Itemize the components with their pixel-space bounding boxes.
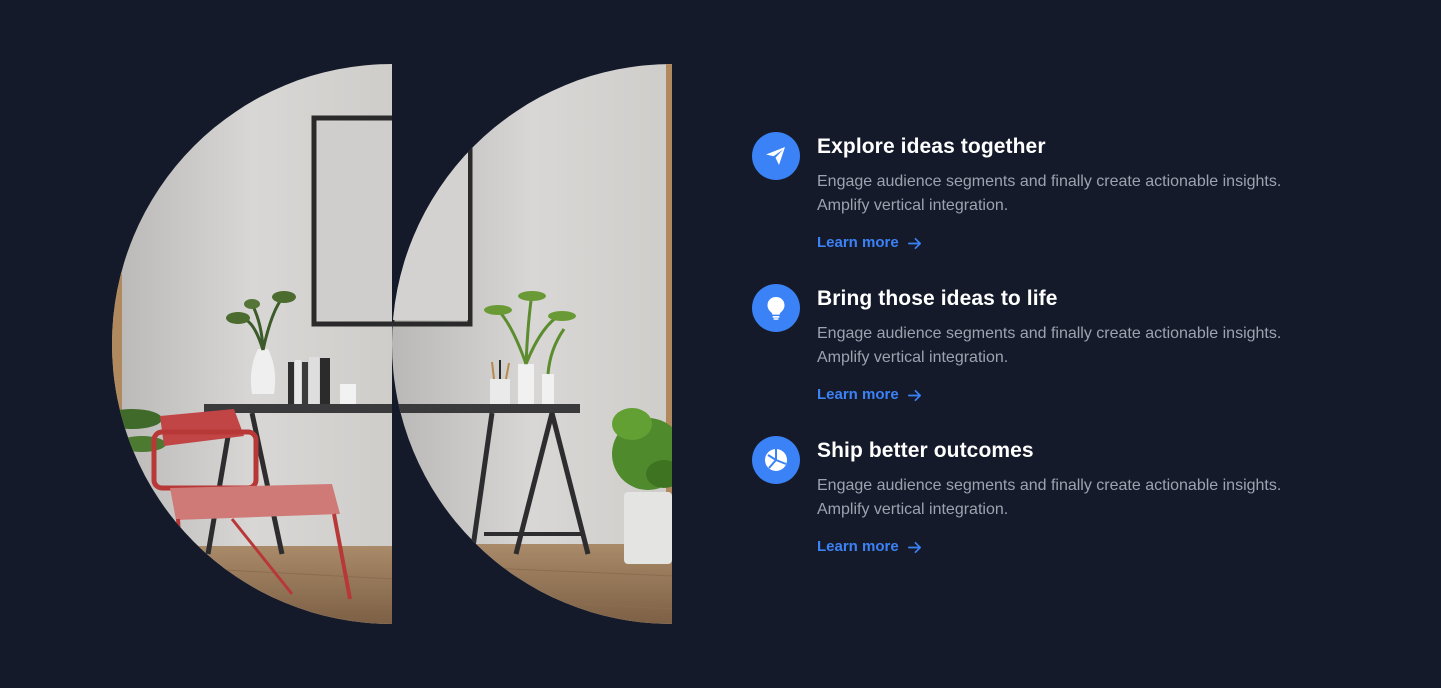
learn-more-link[interactable]: Learn more [817, 384, 922, 406]
feature-item: Explore ideas together Engage audience s… [752, 130, 1352, 282]
lightbulb-icon [752, 284, 800, 332]
learn-more-link[interactable]: Learn more [817, 232, 922, 254]
learn-more-link[interactable]: Learn more [817, 536, 922, 558]
right-photo-half [392, 64, 672, 624]
feature-description: Engage audience segments and finally cre… [817, 173, 1282, 214]
feature-description: Engage audience segments and finally cre… [817, 325, 1282, 366]
interior-photo-halves [112, 64, 672, 624]
feature-item: Bring those ideas to life Engage audienc… [752, 282, 1352, 434]
paper-plane-icon [752, 132, 800, 180]
arrow-right-icon [907, 388, 922, 403]
feature-body: Ship better outcomes Engage audience seg… [817, 434, 1337, 558]
feature-body: Explore ideas together Engage audience s… [817, 130, 1337, 254]
feature-item: Ship better outcomes Engage audience seg… [752, 434, 1352, 586]
learn-more-label: Learn more [817, 234, 899, 251]
feature-title: Explore ideas together [817, 135, 1046, 158]
left-photo-half [112, 64, 392, 624]
feature-title: Ship better outcomes [817, 439, 1034, 462]
feature-list: Explore ideas together Engage audience s… [752, 130, 1352, 586]
learn-more-label: Learn more [817, 538, 899, 555]
learn-more-label: Learn more [817, 386, 899, 403]
pie-chart-icon [752, 436, 800, 484]
features-section: Explore ideas together Engage audience s… [0, 0, 1441, 688]
hero-illustration [112, 64, 674, 624]
arrow-right-icon [907, 236, 922, 251]
feature-body: Bring those ideas to life Engage audienc… [817, 282, 1337, 406]
feature-title: Bring those ideas to life [817, 287, 1058, 310]
arrow-right-icon [907, 540, 922, 555]
feature-description: Engage audience segments and finally cre… [817, 477, 1282, 518]
